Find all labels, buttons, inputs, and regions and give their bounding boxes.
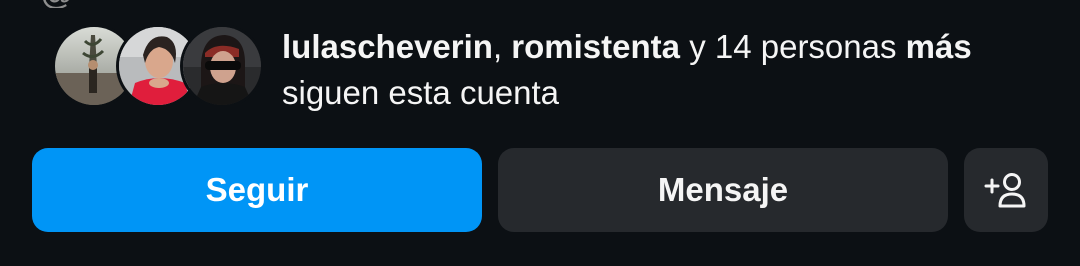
followed-by-suffix: siguen esta cuenta bbox=[282, 74, 560, 111]
followed-by-separator: , bbox=[492, 28, 503, 65]
followed-by-count: 14 personas bbox=[714, 28, 897, 65]
followed-by-text[interactable]: lulascheverin, romistenta y 14 personas … bbox=[282, 24, 1042, 116]
message-button[interactable]: Mensaje bbox=[498, 148, 948, 232]
suggested-accounts-button[interactable] bbox=[964, 148, 1048, 232]
follower-avatars[interactable] bbox=[52, 24, 264, 108]
avatar-image-3 bbox=[183, 27, 261, 105]
message-button-label: Mensaje bbox=[657, 171, 789, 208]
followed-by-more[interactable]: más bbox=[906, 28, 972, 65]
followed-by-connector: y bbox=[689, 28, 706, 65]
add-person-icon bbox=[984, 173, 1026, 208]
follow-button-label: Seguir bbox=[205, 171, 309, 208]
follow-button[interactable]: Seguir bbox=[32, 148, 482, 232]
follower-username-1[interactable]: lulascheverin bbox=[282, 28, 493, 65]
avatar-follower-3[interactable] bbox=[180, 24, 264, 108]
follower-username-2[interactable]: romistenta bbox=[511, 28, 680, 65]
followed-by-row[interactable]: lulascheverin, romistenta y 14 personas … bbox=[0, 0, 1080, 140]
